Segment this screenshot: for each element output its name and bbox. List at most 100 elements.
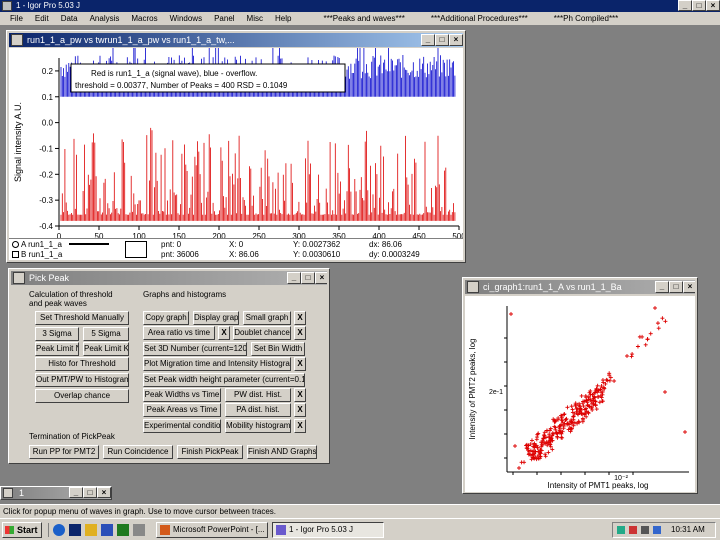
panel-minimize-button[interactable]: _ — [287, 272, 301, 284]
cursor-box[interactable] — [125, 241, 147, 258]
menu-1[interactable]: Edit — [29, 14, 55, 23]
5-sigma-button[interactable]: 5 Sigma — [83, 327, 129, 341]
scatter-point — [509, 312, 513, 316]
menu-5[interactable]: Windows — [164, 14, 208, 23]
set-3d-number-button[interactable]: Set 3D Number (current=120) — [143, 342, 247, 356]
out-pmt-histogram-button[interactable]: Out PMT/PW to Histogram — [35, 373, 129, 387]
plot-migration-histogram-button[interactable]: Plot Migration time and Intensity Histog… — [143, 357, 291, 371]
pa-dist-hist-button[interactable]: PA dist. hist. — [225, 403, 291, 417]
minimize-button[interactable]: _ — [678, 0, 692, 11]
menu-bar: File Edit Data Analysis Macros Windows Panel Mi… — [0, 12, 720, 26]
scatter-close-button[interactable]: × — [683, 281, 695, 293]
copy-graph-button[interactable]: Copy graph — [143, 311, 189, 325]
small-graph-button[interactable]: Small graph — [243, 311, 291, 325]
tray-icon-2[interactable] — [629, 526, 637, 534]
volume-icon[interactable] — [641, 526, 649, 534]
3-sigma-button[interactable]: 3 Sigma — [35, 327, 79, 341]
pw-dist-x-button[interactable]: X — [294, 388, 306, 402]
area-ratio-button[interactable]: Area ratio vs time — [143, 326, 215, 340]
small-graph-x-button[interactable]: X — [294, 311, 306, 325]
trace-chart[interactable]: 0.20.10.0-0.1-0.2-0.3-0.40 50 100 150 200 250… — [9, 48, 463, 246]
scatter-point — [548, 442, 553, 447]
finish-pickpeak-button[interactable]: Finish PickPeak — [177, 445, 243, 459]
maximize-button[interactable]: □ — [692, 0, 706, 11]
area-ratio-x-button[interactable]: X — [218, 326, 230, 340]
menu-8[interactable]: Help — [269, 14, 297, 23]
cursor-a-slider[interactable] — [69, 243, 109, 245]
set-threshold-button[interactable]: Set Threshold Manually — [35, 311, 129, 325]
pa-dist-x-button[interactable]: X — [294, 403, 306, 417]
igor-icon — [276, 525, 286, 535]
peak-limit-k-button[interactable]: Peak Limit K — [83, 342, 129, 356]
scatter-window-icon — [467, 281, 479, 293]
start-label: Start — [17, 525, 38, 535]
desktop-icon[interactable] — [69, 524, 81, 536]
close-button[interactable]: × — [706, 0, 720, 11]
mini-titlebar[interactable]: 1 _ □ × — [1, 487, 111, 499]
word-icon[interactable] — [101, 524, 113, 536]
display-graph-button[interactable]: Display graph — [193, 311, 239, 325]
graph-titlebar[interactable]: run1_1_a_pw vs twrun1_1_a_pw vs run1_1_a… — [9, 33, 463, 47]
mobility-x-button[interactable]: X — [294, 419, 306, 433]
termination-heading: Termination of PickPeak — [29, 432, 115, 441]
finish-and-graphs-button[interactable]: Finish AND Graphs — [247, 445, 317, 459]
excel-icon[interactable] — [117, 524, 129, 536]
menu-6[interactable]: Panel — [208, 14, 240, 23]
histo-threshold-button[interactable]: Histo for Threshold — [35, 357, 129, 371]
scatter-minimize-button[interactable]: _ — [655, 281, 669, 293]
panel-close-button[interactable]: × — [315, 272, 327, 284]
scatter-point — [594, 407, 599, 412]
outlook-icon[interactable] — [85, 524, 97, 536]
scatter-chart[interactable]: Intensity of PMT2 peaks, log Intensity of… — [465, 296, 695, 492]
peak-areas-button[interactable]: Peak Areas vs Time — [143, 403, 221, 417]
scatter-point — [612, 379, 617, 384]
scatter-point — [543, 454, 548, 459]
graph-minimize-button[interactable]: _ — [421, 34, 435, 46]
menu-10[interactable]: ***Additional Procedures*** — [425, 14, 534, 23]
y-tick-label: -0.2 — [39, 170, 53, 179]
menu-2[interactable]: Data — [55, 14, 84, 23]
scatter-maximize-button[interactable]: □ — [669, 281, 683, 293]
run-pp-pmt2-button[interactable]: Run PP for PMT2 — [29, 445, 99, 459]
scatter-y-tick-label: 2e-1 — [489, 389, 503, 396]
network-icon[interactable] — [653, 526, 661, 534]
task-igor[interactable]: 1 - Igor Pro 5.03 J — [272, 522, 384, 538]
pw-dist-hist-button[interactable]: PW dist. Hist. — [225, 388, 291, 402]
pick-peak-titlebar[interactable]: Pick Peak _ □ × — [11, 271, 327, 285]
tray-icon-1[interactable] — [617, 526, 625, 534]
menu-0[interactable]: File — [4, 14, 29, 23]
peak-limit-n-button[interactable]: Peak Limit N — [35, 342, 79, 356]
scatter-point — [534, 437, 539, 442]
mini-window: 1 _ □ × — [0, 486, 112, 500]
overlap-chance-button[interactable]: Overlap chance — [35, 389, 129, 403]
graph-maximize-button[interactable]: □ — [435, 34, 449, 46]
graph-close-button[interactable]: × — [449, 34, 463, 46]
mini-close-button[interactable]: × — [97, 487, 111, 498]
mobility-histogram-button[interactable]: Mobility histogram — [225, 419, 291, 433]
scatter-titlebar[interactable]: ci_graph1:run1_1_A vs run1_1_Ba _ □ × — [465, 280, 695, 294]
mini-maximize-button[interactable]: □ — [83, 487, 97, 498]
cursor-info: A run1_1_a B run1_1_a pnt: 0 X: 0 Y: 0.0… — [9, 238, 463, 260]
scatter-x-tick-label: 10⁻² — [614, 475, 628, 482]
plot-migration-x-button[interactable]: X — [294, 357, 306, 371]
run-coincidence-button[interactable]: Run Coincidence — [103, 445, 173, 459]
menu-7[interactable]: Misc — [241, 14, 269, 23]
peak-widths-button[interactable]: Peak Widths vs Time — [143, 388, 221, 402]
mini-minimize-button[interactable]: _ — [69, 487, 83, 498]
menu-3[interactable]: Analysis — [84, 14, 126, 23]
menu-11[interactable]: ***Ph Compiled*** — [548, 14, 624, 23]
doublet-chance-button[interactable]: Doublet chance — [233, 326, 291, 340]
app-shortcut-icon[interactable] — [133, 524, 145, 536]
task-powerpoint[interactable]: Microsoft PowerPoint - [... — [156, 522, 268, 538]
doublet-x-button[interactable]: X — [294, 326, 306, 340]
start-button[interactable]: Start — [2, 522, 42, 538]
set-peak-width-button[interactable]: Set Peak width height parameter (current… — [143, 373, 305, 387]
graphs-heading: Graphs and histograms — [143, 290, 227, 299]
panel-maximize-button[interactable]: □ — [301, 272, 315, 284]
ie-icon[interactable] — [53, 524, 65, 536]
experimental-conditions-button[interactable]: Experimental conditions — [143, 419, 221, 433]
menu-4[interactable]: Macros — [125, 14, 163, 23]
menu-9[interactable]: ***Peaks and waves*** — [317, 14, 410, 23]
set-bin-width-button[interactable]: Set Bin Width — [251, 342, 305, 356]
scatter-point — [529, 438, 534, 443]
